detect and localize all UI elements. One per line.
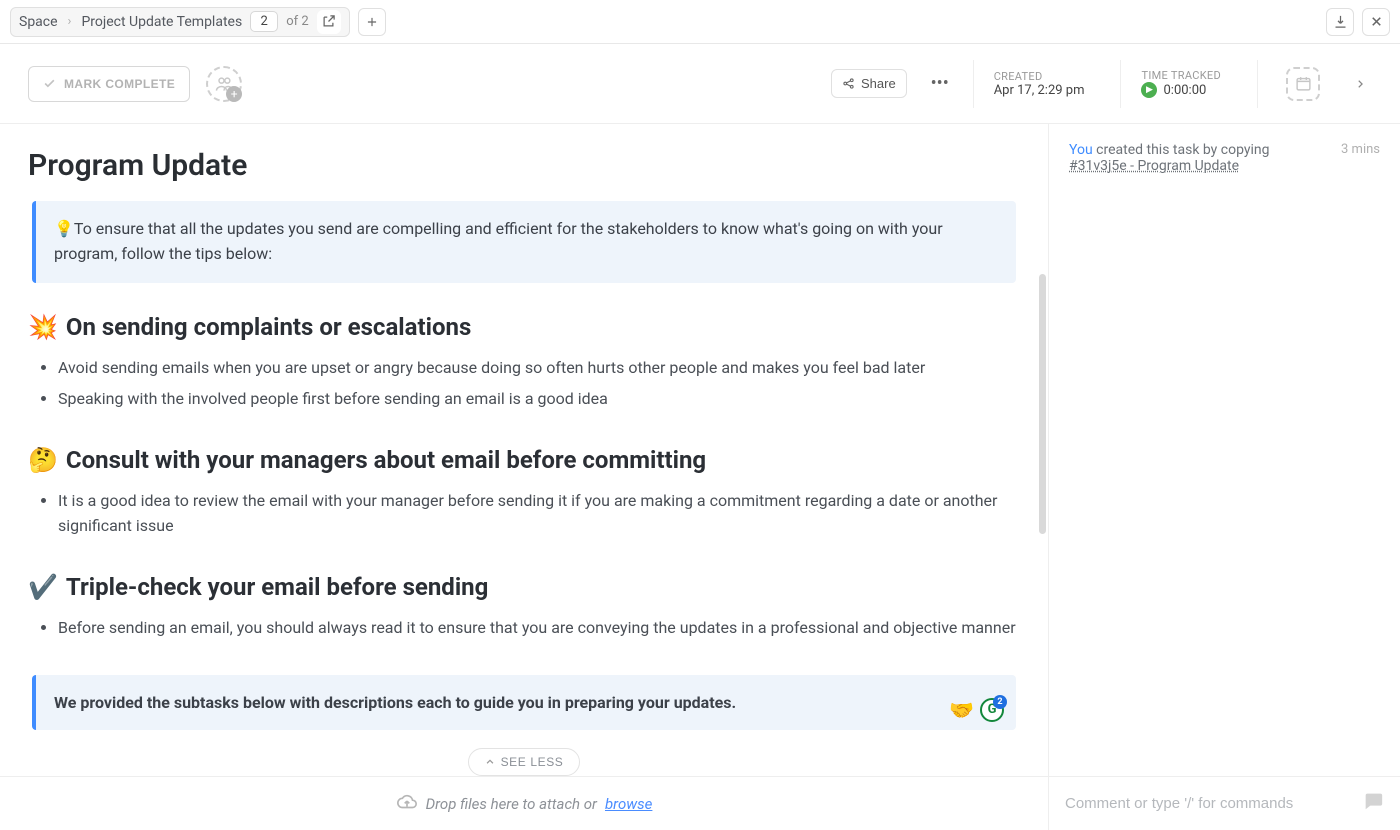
time-tracked-label: TIME TRACKED [1141,69,1221,82]
breadcrumb-current[interactable]: Project Update Templates [81,14,242,30]
activity-source-link[interactable]: #31v3j5e - Program Update [1069,158,1239,174]
activity-entry: You created this task by copying #31v3j5… [1069,142,1380,174]
page-total: of 2 [286,14,308,29]
list-item[interactable]: Avoid sending emails when you are upset … [58,355,1020,381]
section-heading[interactable]: 💥 On sending complaints or escalations [28,313,1020,341]
thinking-emoji-icon: 🤔 [28,446,58,474]
download-icon[interactable] [1326,8,1354,36]
mark-complete-label: MARK COMPLETE [64,77,175,91]
created-label: CREATED [994,70,1085,83]
section-heading-text: Consult with your managers about email b… [66,446,706,474]
created-meta: CREATED Apr 17, 2:29 pm [973,60,1105,108]
add-dates-button[interactable] [1286,67,1320,101]
comment-input[interactable] [1065,795,1352,812]
add-assignee-button[interactable]: + [206,66,242,102]
page-number[interactable]: 2 [250,11,278,32]
time-tracked-meta: TIME TRACKED ▶ 0:00:00 [1120,60,1241,108]
subtask-callout-text: We provided the subtasks below with desc… [54,693,736,712]
more-menu-icon[interactable]: ••• [923,67,957,101]
tip-callout[interactable]: 💡To ensure that all the updates you send… [32,201,1016,283]
task-toolbar: MARK COMPLETE + Share ••• CREATED Apr 17… [0,44,1400,124]
grammarly-badge: 2 [993,695,1007,709]
breadcrumb-root[interactable]: Space [19,14,58,30]
task-content: Program Update 💡To ensure that all the u… [0,124,1048,830]
handshake-emoji-icon: 🤝 [949,698,974,722]
check-emoji-icon: ✔️ [28,573,58,601]
activity-text: created this task by copying [1093,142,1270,158]
collapse-panel-icon[interactable] [1348,44,1372,124]
plus-icon: + [226,86,242,102]
section-heading[interactable]: 🤔 Consult with your managers about email… [28,446,1020,474]
section-list: It is a good idea to review the email wi… [28,488,1020,539]
activity-timestamp: 3 mins [1341,142,1380,174]
list-item[interactable]: It is a good idea to review the email wi… [58,488,1020,539]
section-list: Avoid sending emails when you are upset … [28,355,1020,412]
open-new-icon[interactable] [317,10,341,34]
section-heading[interactable]: ✔️ Triple-check your email before sendin… [28,573,1020,601]
created-value: Apr 17, 2:29 pm [994,83,1085,98]
top-bar: Space › Project Update Templates 2 of 2 [0,0,1400,44]
section-list: Before sending an email, you should alwa… [28,615,1020,641]
browse-link[interactable]: browse [605,795,652,813]
list-item[interactable]: Speaking with the involved people first … [58,386,1020,412]
see-less-label: SEE LESS [501,755,564,769]
mark-complete-button[interactable]: MARK COMPLETE [28,66,190,102]
time-tracked-value: 0:00:00 [1163,83,1206,98]
activity-panel: You created this task by copying #31v3j5… [1048,124,1400,830]
see-less-button[interactable]: SEE LESS [468,748,581,776]
drop-text: Drop files here to attach or [426,795,597,813]
activity-actor[interactable]: You [1069,142,1093,158]
add-page-button[interactable] [358,8,386,36]
comment-bubble-icon[interactable] [1362,790,1384,817]
list-item[interactable]: Before sending an email, you should alwa… [58,615,1020,641]
subtask-callout[interactable]: We provided the subtasks below with desc… [32,675,1016,730]
close-icon[interactable] [1362,8,1390,36]
chevron-right-icon: › [66,14,74,29]
share-label: Share [861,76,896,91]
attachment-dropzone[interactable]: Drop files here to attach or browse [0,776,1048,830]
collision-emoji-icon: 💥 [28,313,58,341]
comment-box [1049,776,1400,830]
share-button[interactable]: Share [831,69,907,98]
page-title[interactable]: Program Update [28,148,1020,183]
section-heading-text: Triple-check your email before sending [66,573,488,601]
section-heading-text: On sending complaints or escalations [66,313,471,341]
breadcrumb: Space › Project Update Templates 2 of 2 [10,7,350,37]
play-icon[interactable]: ▶ [1141,82,1157,98]
cloud-upload-icon [396,791,418,817]
scrollbar[interactable] [1039,274,1046,534]
grammarly-icon[interactable]: G 2 [980,698,1004,722]
